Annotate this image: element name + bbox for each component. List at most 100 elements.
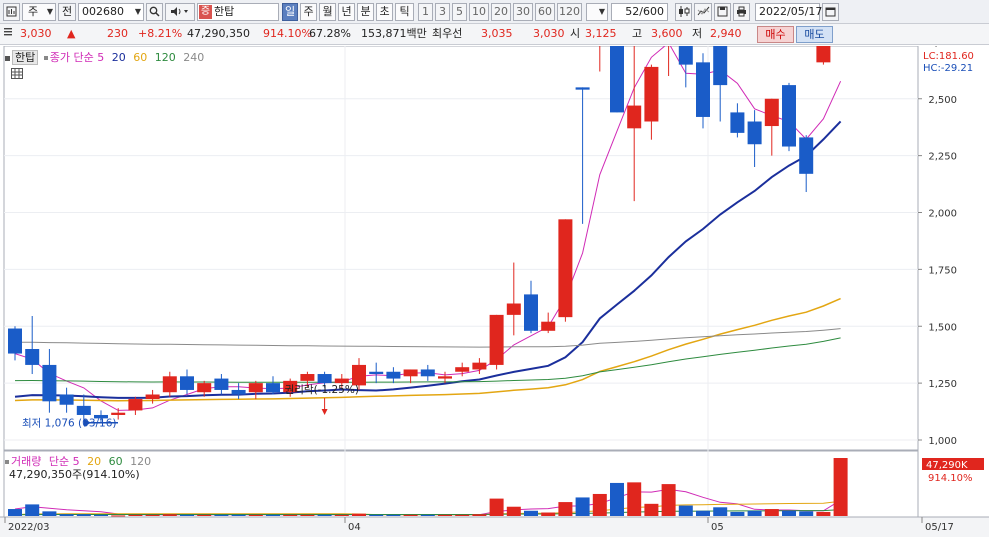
- volume-bar: [713, 507, 728, 516]
- candle-body: [214, 378, 229, 390]
- open-price: 3,125: [585, 27, 617, 40]
- candle-body: [747, 121, 762, 145]
- interval-30-button[interactable]: 30: [513, 3, 533, 21]
- stock-code-input[interactable]: 002680 ▼: [78, 3, 144, 21]
- buy-button[interactable]: 매수: [757, 26, 794, 43]
- interval-120-button[interactable]: 120: [557, 3, 582, 21]
- menu-icon[interactable]: [4, 27, 14, 41]
- period-day-button[interactable]: 일: [282, 3, 298, 21]
- interval-60-button[interactable]: 60: [535, 3, 555, 21]
- candle-type-icon[interactable]: [675, 3, 692, 21]
- candle-body: [816, 46, 831, 63]
- candle-body: [352, 364, 366, 386]
- volume-bar: [420, 514, 435, 516]
- ma-120-label: 120: [154, 51, 176, 64]
- volume-bar: [317, 514, 332, 516]
- volume-bar: [300, 514, 315, 516]
- candle-body: [678, 46, 693, 65]
- period-year-button[interactable]: 년: [338, 3, 355, 21]
- period-week-button[interactable]: 주: [300, 3, 317, 21]
- volume-bar: [610, 482, 624, 516]
- data-count-field[interactable]: 52/600: [611, 3, 668, 21]
- ma-20-label: 20: [111, 51, 126, 64]
- print-icon[interactable]: [733, 3, 750, 21]
- volume-label: 거래량: [11, 455, 42, 468]
- chart-settings-icon[interactable]: [3, 3, 20, 21]
- volume-bar: [25, 504, 40, 516]
- candle-body: [248, 383, 263, 393]
- compare-chart-icon[interactable]: [694, 3, 712, 21]
- stock-name-field[interactable]: 증 한탑: [197, 3, 279, 21]
- interval-20-button[interactable]: 20: [491, 3, 511, 21]
- candle-body: [799, 137, 814, 174]
- search-icon[interactable]: [146, 3, 163, 21]
- candle-body: [197, 383, 212, 393]
- volume-bar: [8, 509, 22, 516]
- sell-button[interactable]: 매도: [796, 26, 833, 43]
- volume-bar: [42, 511, 57, 516]
- bid-price: 3,030: [533, 27, 565, 40]
- price-change-pct: +8.21%: [138, 27, 183, 40]
- volume-bar: [764, 509, 779, 516]
- volume-bar: [231, 514, 246, 516]
- candle-body: [730, 112, 745, 133]
- hc-value: HC:-29.21: [923, 63, 974, 74]
- period-second-button[interactable]: 초: [376, 3, 393, 21]
- asset-type-select[interactable]: 주 ▼: [22, 3, 56, 21]
- volume-bar: [782, 510, 796, 516]
- legend-marker-icon: [43, 56, 48, 60]
- time-axis-band: [0, 517, 989, 537]
- price-legend: 한탑 종가 단순 5 20 60 120 240: [5, 50, 204, 65]
- change-arrow-icon: ▲: [67, 27, 76, 40]
- stock-tab[interactable]: 한탑: [12, 50, 39, 65]
- candle-body: [111, 412, 126, 415]
- volume-bar: [696, 510, 710, 516]
- candle-body: [42, 364, 57, 402]
- volume-bar: [283, 514, 298, 516]
- period-minute-button[interactable]: 분: [357, 3, 374, 21]
- calendar-icon[interactable]: [822, 3, 839, 21]
- volume-bar: [180, 514, 194, 516]
- volume-bar: [506, 506, 521, 516]
- interval-select[interactable]: ▼: [586, 3, 608, 21]
- last-volume-tag-label: 47,290K: [926, 460, 968, 471]
- volume-bar: [816, 511, 831, 516]
- volume-bar: [162, 514, 177, 516]
- ma-60-label: 60: [133, 51, 148, 64]
- interval-5-button[interactable]: 5: [452, 3, 467, 21]
- volume-bar: [438, 514, 452, 516]
- volume-bar: [592, 493, 607, 516]
- legend-marker-icon: [5, 55, 10, 61]
- stock-chart[interactable]: 최고 4,280 (04/27)최저 1,076 (03/16)권리락(-1.2…: [0, 46, 989, 537]
- time-axis-label: 04: [348, 522, 361, 533]
- volume-bar: [248, 514, 263, 516]
- candle-body: [644, 66, 659, 122]
- period-month-button[interactable]: 월: [319, 3, 336, 21]
- interval-10-button[interactable]: 10: [469, 3, 489, 21]
- best-quote-label: 최우선: [432, 27, 463, 40]
- period-tick-button[interactable]: 틱: [395, 3, 414, 21]
- interval-1-button[interactable]: 1: [418, 3, 433, 21]
- price-axis-label: 1,000: [928, 436, 957, 447]
- time-axis-label: 2022/03: [8, 522, 50, 533]
- volume-bar: [678, 505, 693, 516]
- prev-button[interactable]: 전: [58, 3, 76, 21]
- candle-body: [334, 378, 349, 384]
- low-label: 저: [692, 27, 703, 40]
- chevron-down-icon: ▼: [134, 7, 141, 16]
- volume-bar: [730, 511, 745, 516]
- interval-3-button[interactable]: 3: [435, 3, 450, 21]
- volume-bar: [59, 514, 74, 516]
- volume-bar: [644, 503, 659, 516]
- volume-bar: [94, 514, 108, 516]
- date-input[interactable]: 2022/05/17: [755, 3, 822, 21]
- save-icon[interactable]: [714, 3, 731, 21]
- stock-code-value: 002680: [82, 5, 124, 18]
- sound-icon[interactable]: [165, 3, 195, 21]
- volume-ma-5-label: 5: [72, 455, 80, 468]
- candle-body: [8, 328, 22, 354]
- candle-body: [506, 303, 521, 315]
- volume-bar: [799, 511, 814, 516]
- grid-toggle-icon[interactable]: [11, 68, 23, 79]
- candle-body: [696, 62, 710, 117]
